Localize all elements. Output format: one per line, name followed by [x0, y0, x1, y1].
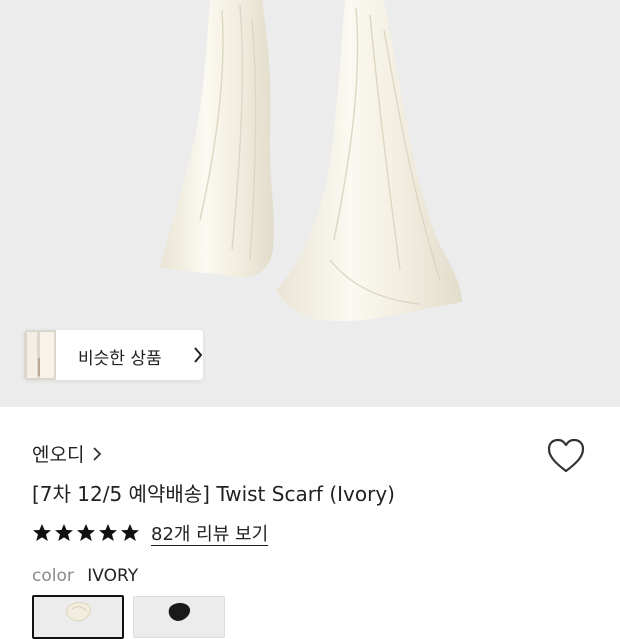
similar-products-button[interactable]: 비슷한 상품: [24, 330, 203, 380]
chevron-right-icon: [93, 446, 102, 461]
color-label: color: [32, 566, 74, 586]
brand-name: 엔오디: [32, 444, 85, 466]
star-icon: [33, 524, 51, 541]
rating-stars: [32, 523, 140, 543]
star-icon: [121, 524, 139, 541]
heart-icon[interactable]: [546, 437, 586, 475]
similar-product-thumbnail: [24, 330, 56, 380]
star-icon: [77, 524, 95, 541]
swatch-ivory-image: [34, 597, 122, 637]
similar-products-label: 비슷한 상품: [78, 349, 162, 369]
product-title: [7차 12/5 예약배송] Twist Scarf (Ivory): [32, 482, 395, 506]
swatch-black[interactable]: [133, 596, 225, 638]
brand-link[interactable]: 엔오디: [32, 440, 102, 467]
star-icon: [55, 524, 73, 541]
reviews-link[interactable]: 82개 리뷰 보기: [151, 520, 268, 546]
swatch-black-image: [134, 597, 224, 637]
chevron-right-icon: [194, 347, 203, 363]
color-row: color IVORY: [32, 566, 138, 586]
star-icon: [99, 524, 117, 541]
product-image[interactable]: 비슷한 상품: [0, 0, 620, 407]
swatch-ivory[interactable]: [32, 595, 124, 639]
color-value: IVORY: [87, 566, 139, 586]
rating-row: 82개 리뷰 보기: [32, 520, 268, 546]
